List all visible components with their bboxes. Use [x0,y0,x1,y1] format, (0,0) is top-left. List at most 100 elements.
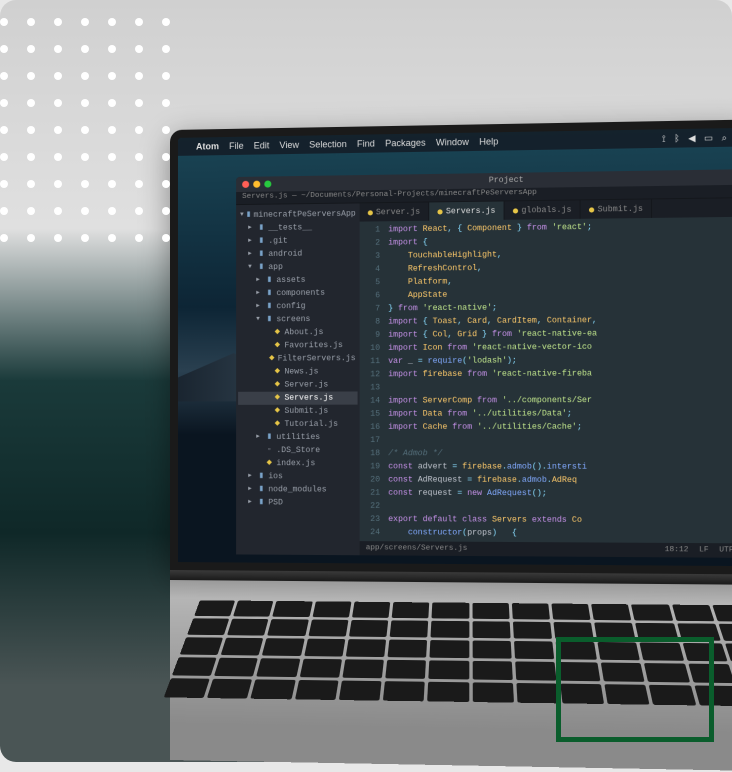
tree-file[interactable]: ◆Favorites.js [238,339,357,353]
status-file-path: app/screens/Servers.js [366,544,654,554]
folder-icon: ▮ [257,264,265,272]
tree-file[interactable]: ◆Submit.js [238,405,357,418]
tree-item-label: FilterServers.js [278,352,356,365]
status-bar: app/screens/Servers.js 18:12 LF UTF-8 [360,541,732,558]
app-name-menu[interactable]: Atom [196,141,219,151]
tree-folder[interactable]: ▸▮.git [238,234,357,248]
tree-folder[interactable]: ▸▮android [238,247,357,261]
tree-folder[interactable]: ▸▮utilities [238,431,357,444]
tab-label: globals.js [521,205,571,215]
code-content[interactable]: import React, { Component } from 'react'… [384,217,732,544]
chevron-icon: ▸ [256,300,262,313]
menubar-item[interactable]: File [229,141,244,151]
code-area[interactable]: 123456789101112131415161718192021222324 … [360,217,732,544]
line-number: 11 [360,355,380,368]
line-number: 14 [360,394,380,407]
close-icon[interactable] [242,181,249,188]
tree-item-label: PSD [268,496,283,509]
line-number: 15 [360,408,380,421]
tree-folder[interactable]: ▾▮app [238,260,357,274]
js-file-icon: ◆ [273,329,281,337]
code-line: import Data from '../utilities/Data'; [388,407,732,421]
tree-file[interactable]: ◆Servers.js [238,391,357,404]
tree-item-label: Server.js [284,378,328,391]
decorative-dot-grid [0,18,190,258]
chevron-icon: ▸ [248,496,254,509]
tree-item-label: About.js [284,326,323,339]
tree-folder[interactable]: ▸▮PSD [238,496,357,510]
chevron-icon: ▸ [248,470,254,483]
line-number: 6 [360,289,380,302]
tree-item-label: Tutorial.js [284,418,338,431]
file-type-icon [438,209,443,214]
tree-file[interactable]: ▫.DS_Store [238,444,357,457]
code-line: import firebase from 'react-native-fireb… [388,367,732,382]
minimize-icon[interactable] [253,181,260,188]
menubar-item[interactable]: Packages [385,138,426,149]
tree-file[interactable]: ◆About.js [238,326,357,340]
file-type-icon [368,210,373,215]
js-file-icon: ◆ [273,368,281,376]
menubar-item[interactable]: Find [357,138,375,148]
battery-icon[interactable]: ▭ [704,132,713,143]
editor-tab[interactable]: Submit.js [581,199,653,218]
wifi-icon[interactable]: ⟟ [662,133,666,144]
folder-icon: ▮ [257,499,265,507]
tree-item-label: .git [268,235,287,248]
chevron-icon: ▾ [256,313,262,326]
tree-item-label: Servers.js [284,392,333,405]
folder-icon: ▮ [265,290,273,298]
tree-folder[interactable]: ▸▮components [238,286,357,300]
code-line: constructor(props) { [388,526,732,541]
line-number: 8 [360,315,380,328]
tree-folder[interactable]: ▸▮assets [238,273,357,287]
status-cursor-position[interactable]: 18:12 [665,546,689,554]
tree-file[interactable]: ◆index.js [238,457,357,470]
tree-item-label: index.js [276,457,315,470]
tree-folder[interactable]: ▸▮ios [238,470,357,483]
line-number: 18 [360,447,380,460]
status-line-ending[interactable]: LF [699,546,709,554]
folder-icon: ▮ [257,486,265,494]
editor-tab[interactable]: Servers.js [429,201,504,220]
editor-tab[interactable]: Server.js [360,202,430,221]
tree-file[interactable]: ◆FilterServers.js [238,352,357,366]
tree-folder[interactable]: ▸▮config [238,299,357,313]
chevron-icon: ▾ [248,261,254,274]
tree-item-label: utilities [276,431,320,444]
chevron-icon: ▸ [248,222,254,235]
tree-item-label: node_modules [268,483,326,496]
tree-folder[interactable]: ▾▮minecraftPeServersApp [238,207,357,222]
file-tree-sidebar: ▾▮minecraftPeServersApp▸▮__tests__▸▮.git… [236,203,360,555]
editor-tab[interactable]: globals.js [505,200,581,219]
chevron-icon: ▸ [256,274,262,287]
chevron-icon: ▸ [248,235,254,248]
bluetooth-icon[interactable]: ᛒ [674,133,680,144]
tree-folder[interactable]: ▾▮screens [238,313,357,327]
volume-icon[interactable]: ◀ [688,132,695,143]
tree-item-label: minecraftPeServersApp [254,208,356,222]
menubar-item[interactable]: View [279,140,299,150]
menubar-item[interactable]: Help [479,136,498,147]
tree-file[interactable]: ◆Server.js [238,378,357,391]
line-number: 19 [360,460,380,473]
js-file-icon: ◆ [273,420,281,428]
tree-file[interactable]: ◆Tutorial.js [238,418,357,431]
code-line: import Cache from '../utilities/Cache'; [388,420,732,434]
decorative-green-square [556,637,714,742]
line-number: 1 [360,223,380,236]
chevron-icon: ▾ [240,209,244,222]
status-encoding[interactable]: UTF-8 [719,546,732,554]
chevron-icon: ▸ [248,248,254,261]
spotlight-icon[interactable]: ⌕ [722,132,727,143]
folder-icon: ▮ [257,473,265,481]
menubar-item[interactable]: Edit [254,140,270,150]
maximize-icon[interactable] [264,180,271,187]
line-number: 2 [360,237,380,250]
file-icon: ▫ [265,447,273,455]
tree-folder[interactable]: ▸▮node_modules [238,483,357,496]
menubar-item[interactable]: Window [436,137,469,148]
menubar-item[interactable]: Selection [309,139,347,150]
file-type-icon [589,207,594,212]
tree-file[interactable]: ◆News.js [238,365,357,379]
